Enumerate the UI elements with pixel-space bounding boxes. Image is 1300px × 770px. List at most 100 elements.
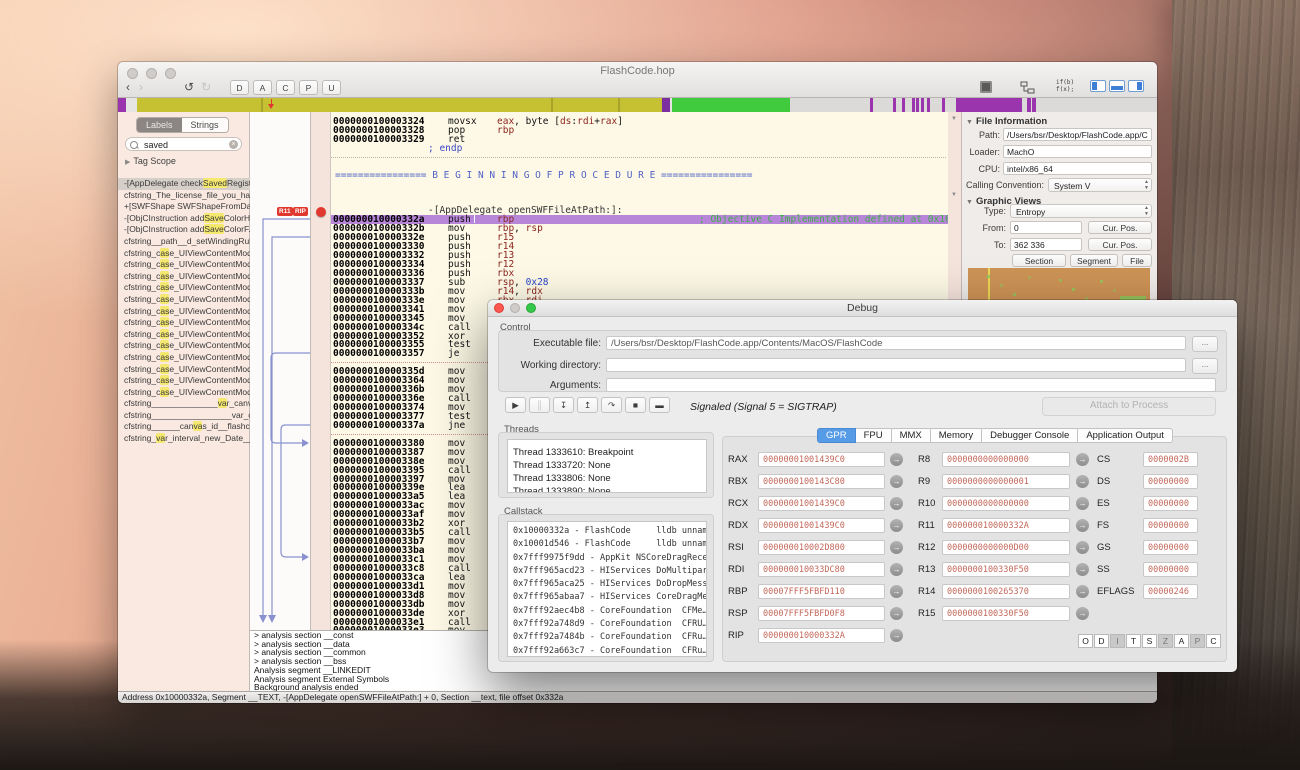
sidebar-item[interactable]: cfstring_________________var_ctx... bbox=[118, 410, 250, 422]
toolbar-button-p[interactable]: P bbox=[299, 80, 318, 95]
step-over-button[interactable]: ↷ bbox=[601, 397, 622, 413]
section-button[interactable]: Section bbox=[1012, 254, 1066, 267]
attach-to-process-button[interactable]: Attach to Process bbox=[1042, 397, 1216, 416]
main-titlebar[interactable]: FlashCode.hop ‹› ↺↻ DACPU if(b) f(x); bbox=[118, 62, 1157, 98]
sidebar-item[interactable]: cfstring__path__d_setWindingRul... bbox=[118, 236, 250, 248]
register-value-rip[interactable] bbox=[758, 628, 885, 643]
loader-field[interactable] bbox=[1003, 145, 1152, 158]
nav-strip-segment[interactable] bbox=[126, 98, 137, 112]
sidebar-item[interactable]: cfstring______canvas_id__flashco... bbox=[118, 421, 250, 433]
step-out-button[interactable]: ↥ bbox=[577, 397, 598, 413]
nav-strip-segment[interactable] bbox=[137, 98, 261, 112]
panel-toggle-right-icon[interactable] bbox=[1128, 80, 1144, 92]
path-field[interactable] bbox=[1003, 128, 1152, 141]
nav-strip-segment[interactable] bbox=[790, 98, 870, 112]
tab-labels[interactable]: Labels bbox=[137, 118, 182, 132]
arguments-input[interactable] bbox=[606, 378, 1216, 392]
flag-a-button[interactable]: A bbox=[1174, 634, 1189, 648]
sidebar-item[interactable]: cfstring_case_UIViewContentMod... bbox=[118, 364, 250, 376]
nav-strip-segment[interactable] bbox=[662, 98, 670, 112]
panel-toggle-left-icon[interactable] bbox=[1090, 80, 1106, 92]
toolbar-button-d[interactable]: D bbox=[230, 80, 249, 95]
nav-strip-segment[interactable] bbox=[905, 98, 912, 112]
step-into-button[interactable]: ↧ bbox=[553, 397, 574, 413]
register-value-cs[interactable] bbox=[1143, 452, 1198, 467]
register-value-fs[interactable] bbox=[1143, 518, 1198, 533]
disasm-line[interactable] bbox=[331, 153, 948, 162]
flag-c-button[interactable]: C bbox=[1206, 634, 1221, 648]
file-information-header[interactable]: ▼File Information bbox=[966, 116, 1047, 127]
disasm-line[interactable] bbox=[331, 189, 948, 198]
nav-strip-segment[interactable] bbox=[553, 98, 618, 112]
sidebar-item[interactable]: cfstring_case_UIViewContentMod... bbox=[118, 306, 250, 318]
thread-row[interactable]: Thread 1333806: None bbox=[508, 472, 706, 485]
sidebar-item[interactable]: cfstring_case_UIViewContentMod... bbox=[118, 387, 250, 399]
nav-strip-segment[interactable] bbox=[945, 98, 956, 112]
flag-z-button[interactable]: Z bbox=[1158, 634, 1173, 648]
callstack-row[interactable]: 0x7fff92a748d9 - CoreFoundation CFRU… bbox=[508, 618, 706, 631]
executable-file-input[interactable] bbox=[606, 336, 1186, 350]
sidebar-item[interactable]: cfstring_case_UIViewContentMod... bbox=[118, 282, 250, 294]
collapse-icon[interactable]: ▼ bbox=[951, 116, 957, 122]
stop-button[interactable]: ■ bbox=[625, 397, 646, 413]
sidebar-item[interactable]: cfstring_case_UIViewContentMod... bbox=[118, 317, 250, 329]
toggle-breakpoints-button[interactable]: ▬ bbox=[649, 397, 670, 413]
segment-button[interactable]: Segment bbox=[1070, 254, 1118, 267]
sidebar-item[interactable]: -[AppDelegate checkSavedRegist... bbox=[118, 178, 250, 190]
control-flow-graph-icon[interactable] bbox=[1020, 81, 1035, 99]
undo-button[interactable]: ↺ bbox=[184, 80, 194, 94]
graphic-type-select[interactable]: Entropy ▲▼ bbox=[1010, 204, 1152, 218]
cpu-chip-icon[interactable] bbox=[980, 81, 992, 93]
register-value-es[interactable] bbox=[1143, 496, 1198, 511]
thread-row[interactable]: Thread 1333610: Breakpoint bbox=[508, 446, 706, 459]
callstack-row[interactable]: 0x7fff9975f9dd - AppKit NSCoreDragRece… bbox=[508, 552, 706, 565]
nav-strip-segment[interactable] bbox=[1036, 98, 1157, 112]
disasm-line[interactable]: 0000000100003329ret bbox=[331, 135, 948, 144]
nav-strip-segment[interactable] bbox=[672, 98, 790, 112]
tag-scope-disclosure[interactable]: ▶Tag Scope bbox=[125, 156, 176, 166]
callstack-row[interactable]: 0x7fff92a7484b - CoreFoundation CFRu… bbox=[508, 631, 706, 644]
to-cur-pos-button[interactable]: Cur. Pos. bbox=[1088, 238, 1152, 251]
search-input[interactable] bbox=[142, 138, 232, 152]
register-value-r15[interactable] bbox=[942, 606, 1070, 621]
sidebar-item[interactable]: -[ObjCInstruction addSaveColorF... bbox=[118, 224, 250, 236]
working-directory-input[interactable] bbox=[606, 358, 1186, 372]
forward-button[interactable]: › bbox=[139, 80, 143, 94]
callstack-row[interactable]: 0x10001d546 - FlashCode lldb unname… bbox=[508, 538, 706, 551]
clear-search-icon[interactable]: × bbox=[229, 140, 238, 149]
toolbar-button-u[interactable]: U bbox=[322, 80, 341, 95]
sidebar-item[interactable]: cfstring______________var_canvas... bbox=[118, 398, 250, 410]
callstack-row[interactable]: 0x7fff965aca25 - HIServices DoDropMessag… bbox=[508, 578, 706, 591]
sidebar-item[interactable]: cfstring_case_UIViewContentMod... bbox=[118, 294, 250, 306]
collapse-icon[interactable]: ▼ bbox=[951, 192, 957, 198]
calling-convention-select[interactable]: System V ▲▼ bbox=[1048, 178, 1152, 192]
nav-strip-segment[interactable] bbox=[956, 98, 1022, 112]
disasm-line[interactable] bbox=[331, 180, 948, 189]
browse-directory-button[interactable]: ... bbox=[1192, 358, 1218, 374]
disasm-line[interactable]: ; endp bbox=[331, 144, 948, 153]
flag-d-button[interactable]: D bbox=[1094, 634, 1109, 648]
goto-address-icon[interactable]: → bbox=[1076, 607, 1089, 620]
panel-toggle-bottom-icon[interactable] bbox=[1109, 80, 1125, 92]
flag-t-button[interactable]: T bbox=[1126, 634, 1141, 648]
sidebar-item[interactable]: cfstring_case_UIViewContentMod... bbox=[118, 375, 250, 387]
flag-i-button[interactable]: I bbox=[1110, 634, 1125, 648]
register-value-gs[interactable] bbox=[1143, 540, 1198, 555]
nav-strip-segment[interactable] bbox=[930, 98, 942, 112]
flag-s-button[interactable]: S bbox=[1142, 634, 1157, 648]
register-value-ds[interactable] bbox=[1143, 474, 1198, 489]
thread-row[interactable]: Thread 1333720: None bbox=[508, 459, 706, 472]
sidebar-item[interactable]: cfstring_case_UIViewContentMod... bbox=[118, 329, 250, 341]
from-field[interactable] bbox=[1010, 221, 1082, 234]
browse-executable-button[interactable]: ... bbox=[1192, 336, 1218, 352]
register-value-ss[interactable] bbox=[1143, 562, 1198, 577]
flag-o-button[interactable]: O bbox=[1078, 634, 1093, 648]
tab-strings[interactable]: Strings bbox=[182, 118, 228, 132]
to-field[interactable] bbox=[1010, 238, 1082, 251]
breakpoint-gutter[interactable] bbox=[310, 112, 331, 630]
sidebar-item[interactable]: cfstring_case_UIViewContentMod... bbox=[118, 248, 250, 260]
sidebar-item[interactable]: cfstring_The_license_file_you_hav... bbox=[118, 190, 250, 202]
redo-button[interactable]: ↻ bbox=[201, 80, 211, 94]
nav-strip-segment[interactable] bbox=[873, 98, 893, 112]
callstack-row[interactable]: 0x7fff92aec4b8 - CoreFoundation CFMe… bbox=[508, 605, 706, 618]
